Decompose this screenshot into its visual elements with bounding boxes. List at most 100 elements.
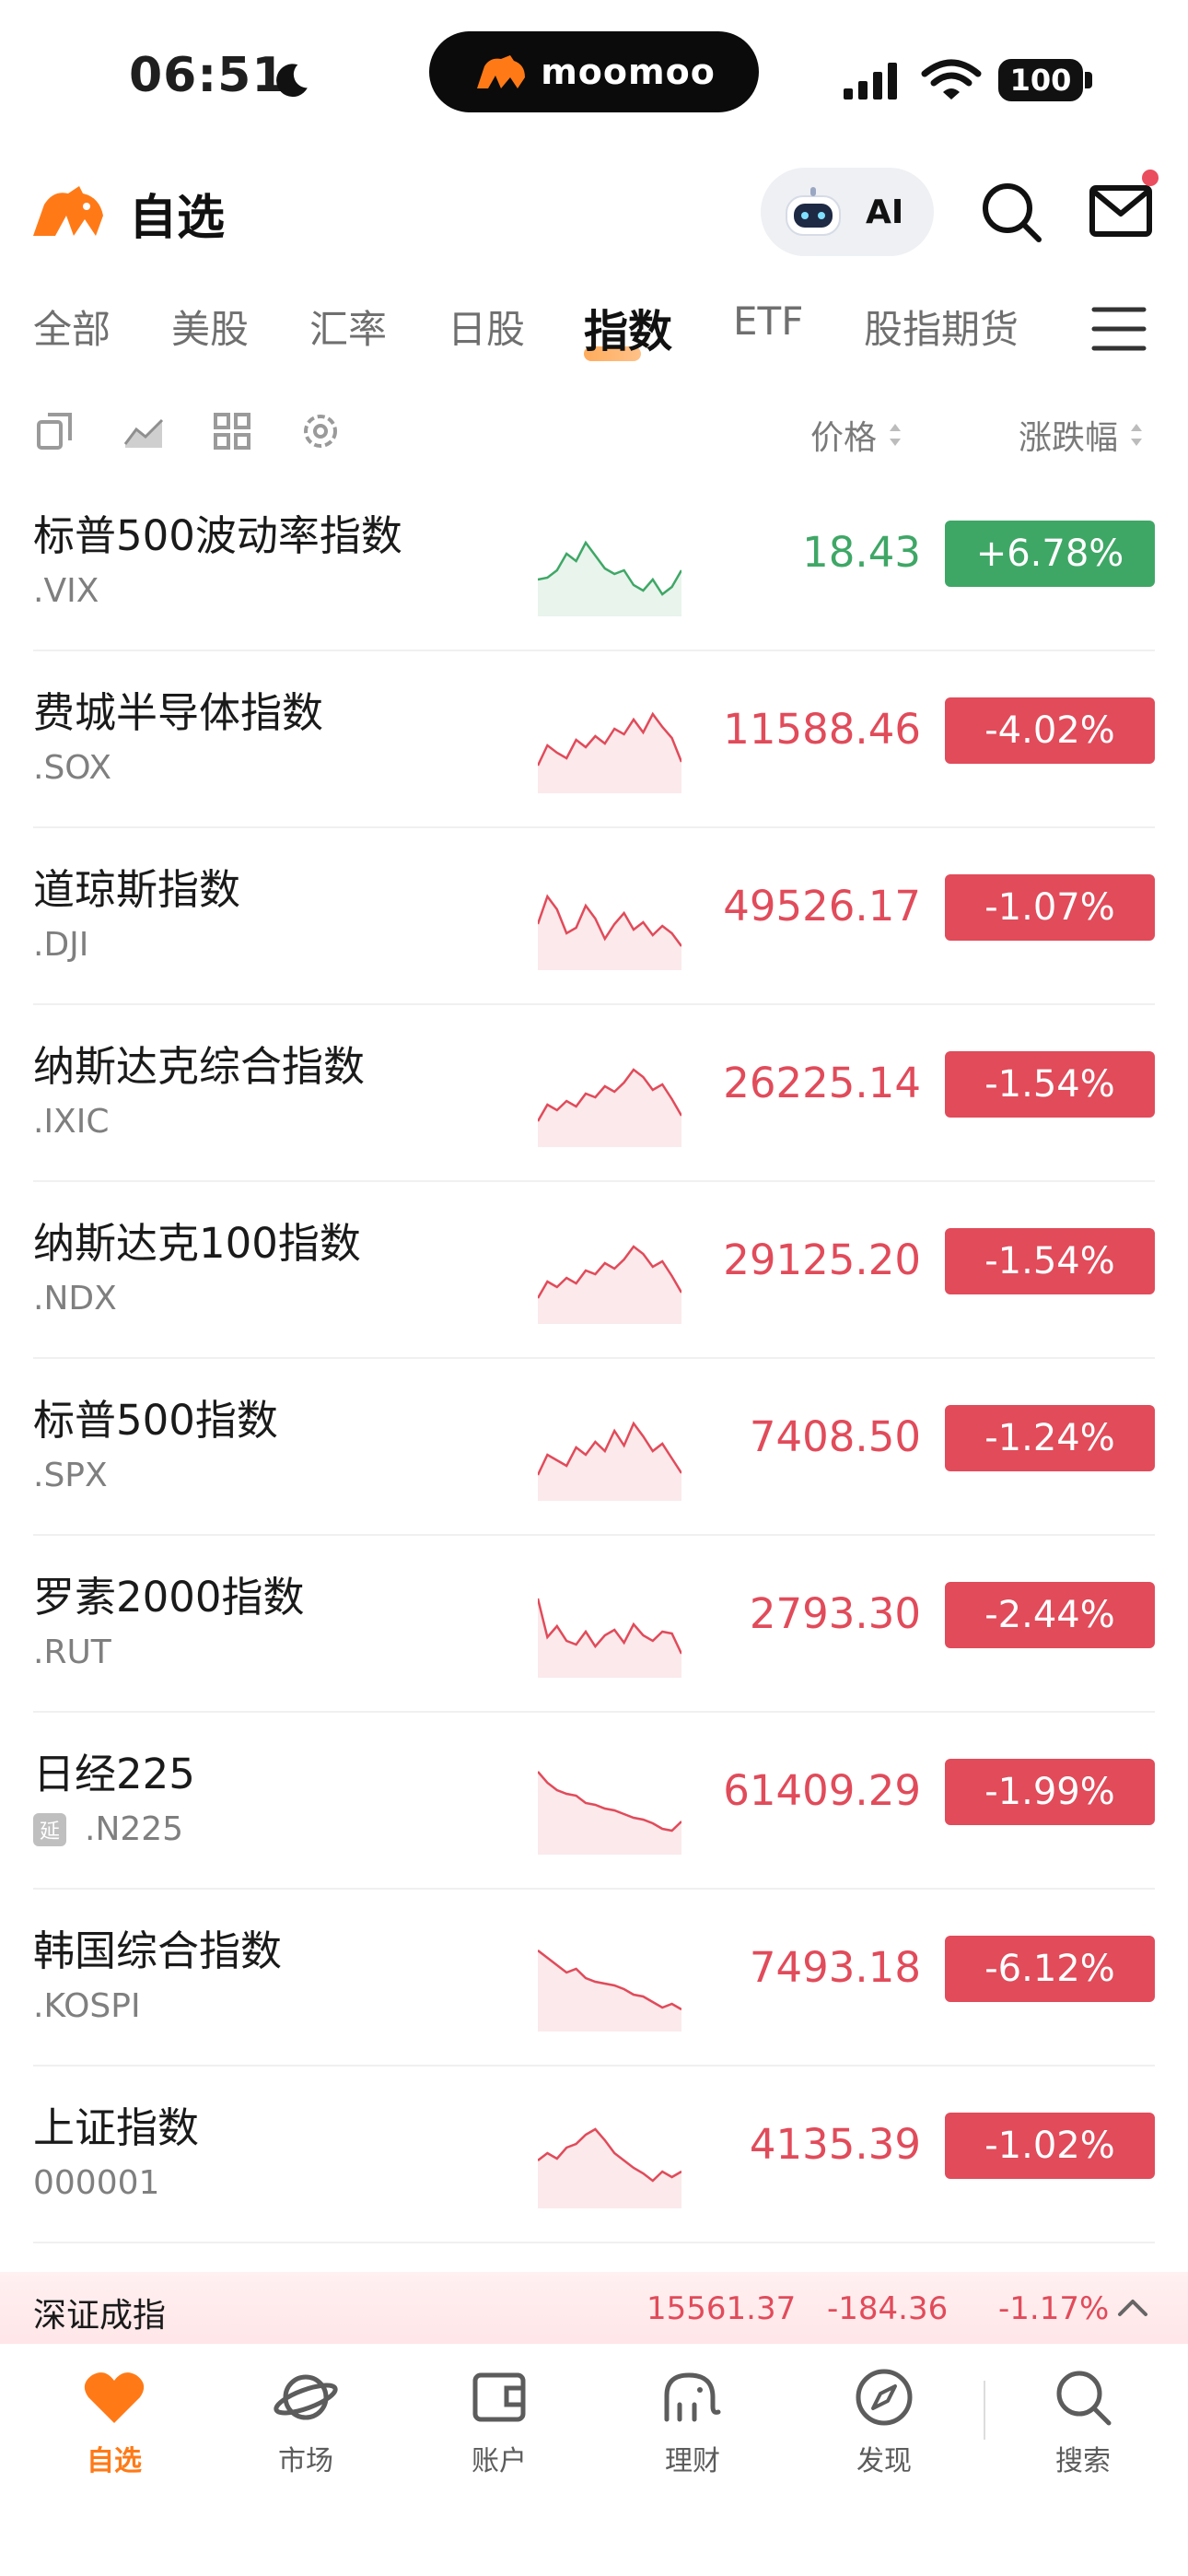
list-item[interactable]: 标普500波动率指数 .VIX 18.43 +6.78% [0,474,1188,651]
mail-icon[interactable] [1087,179,1157,243]
tab-japan-stocks[interactable]: 日股 [448,299,525,355]
change-badge[interactable]: -1.54% [945,1228,1155,1294]
index-price: 26225.14 [723,1059,921,1107]
index-code-text: .VIX [33,572,99,610]
planet-icon [274,2374,338,2420]
index-code: .KOSPI [33,1987,141,2025]
tab-indices[interactable]: 指数 [584,295,672,359]
price-column-header: 价格 [810,419,878,457]
battery-cap [1085,72,1092,88]
list-item[interactable]: 纳斯达克100指数 .NDX 29125.20 -1.54% [0,1182,1188,1359]
sort-by-change[interactable]: 涨跌幅 [1019,411,1146,459]
sparkline-chart [538,540,681,616]
page-title: 自选 [129,191,226,246]
index-name: 标普500指数 [33,1396,278,1445]
list-toolbar: 价格 涨跌幅 [0,396,1188,470]
sort-by-price[interactable]: 价格 [810,411,904,459]
index-code-text: .SOX [33,749,111,787]
index-code-text: 000001 [33,2164,160,2202]
change-badge[interactable]: -1.07% [945,874,1155,941]
index-code-text: .RUT [33,1633,111,1671]
index-price: 18.43 [802,528,921,577]
compass-icon [856,2369,913,2426]
nav-divider [984,2381,985,2440]
tab-all[interactable]: 全部 [33,299,111,355]
category-tabs: 全部 美股 汇率 日股 指数 ETF 股指期货 [0,287,1188,380]
index-code: .SOX [33,749,111,787]
index-code: 000001 [33,2164,159,2202]
nav-label: 自选 [87,2445,142,2477]
index-price: 11588.46 [723,705,921,754]
list-item[interactable]: 日经225 延 .N225 61409.29 -1.99% [0,1713,1188,1890]
change-badge[interactable]: -1.99% [945,1759,1155,1825]
status-bar: 06:51 moomoo 100 [0,0,1188,157]
ticker-change: -184.36 [827,2290,949,2327]
list-item[interactable]: 罗素2000指数 .RUT 2793.30 -2.44% [0,1536,1188,1713]
list-item[interactable]: 纳斯达克综合指数 .IXIC 26225.14 -1.54% [0,1005,1188,1182]
index-name: 韩国综合指数 [33,1926,283,1975]
change-badge[interactable]: -1.24% [945,1405,1155,1471]
change-badge[interactable]: -4.02% [945,697,1155,764]
sparkline-chart [538,1771,681,1855]
index-code: .VIX [33,572,99,610]
list-item[interactable]: 标普500指数 .SPX 7408.50 -1.24% [0,1359,1188,1536]
index-price: 29125.20 [723,1235,921,1284]
tab-index-futures[interactable]: 股指期货 [864,299,1019,355]
list-item[interactable]: 韩国综合指数 .KOSPI 7493.18 -6.12% [0,1890,1188,2067]
index-price: 49526.17 [723,882,921,931]
moomoo-logo-icon [477,55,526,88]
index-code-text: .SPX [33,1457,108,1494]
ai-assistant-button[interactable]: AI [761,168,934,256]
index-price: 7408.50 [749,1412,921,1461]
chevron-up-icon[interactable] [1114,2294,1151,2322]
tab-us-stocks[interactable]: 美股 [171,299,249,355]
market-ticker-bar[interactable]: 深证成指 15561.37 -184.36 -1.17% [0,2272,1188,2344]
search-icon[interactable] [976,177,1046,247]
nav-search[interactable]: 搜索 [1019,2364,1147,2478]
change-badge[interactable]: -1.02% [945,2113,1155,2179]
sparkline-chart [538,1245,681,1324]
index-name: 罗素2000指数 [33,1573,305,1622]
nav-account[interactable]: 账户 [435,2364,564,2478]
tab-forex[interactable]: 汇率 [309,299,387,355]
grid-view-icon[interactable] [210,409,254,453]
index-code: 延 .N225 [33,1810,183,1848]
index-name: 纳斯达克综合指数 [33,1042,366,1091]
nav-wealth[interactable]: 理财 [628,2364,757,2478]
nav-watchlist[interactable]: 自选 [50,2364,179,2478]
list-item[interactable]: 道琼斯指数 .DJI 49526.17 -1.07% [0,828,1188,1005]
app-header: 自选 AI [0,157,1188,267]
nav-label: 搜索 [1055,2445,1111,2477]
index-name: 日经225 [33,1750,195,1798]
index-price: 7493.18 [749,1943,921,1992]
hamburger-menu-icon[interactable] [1090,302,1147,356]
copy-icon[interactable] [33,409,77,453]
index-name: 费城半导体指数 [33,688,324,737]
bottom-navigation: 自选 市场 账户 理财 发现 搜索 [0,2344,1188,2576]
battery-indicator: 100 [998,59,1083,101]
nav-market[interactable]: 市场 [241,2364,370,2478]
notification-dot [1142,170,1159,186]
elephant-icon [664,2372,721,2422]
nav-discover[interactable]: 发现 [820,2364,949,2478]
chart-view-icon[interactable] [122,409,166,453]
sparkline-chart [538,1598,681,1678]
change-badge[interactable]: -1.54% [945,1051,1155,1118]
index-name: 纳斯达克100指数 [33,1219,361,1268]
change-badge[interactable]: -6.12% [945,1936,1155,2002]
tab-etf[interactable]: ETF [733,299,803,344]
index-code-text: .NDX [33,1280,117,1317]
list-item[interactable]: 费城半导体指数 .SOX 11588.46 -4.02% [0,651,1188,828]
index-name: 标普500波动率指数 [33,511,402,560]
change-badge[interactable]: -2.44% [945,1582,1155,1648]
dynamic-island: moomoo [429,31,759,112]
list-item[interactable]: 上证指数 000001 4135.39 -1.02% [0,2067,1188,2243]
island-brand: moomoo [541,52,716,92]
settings-gear-icon[interactable] [298,409,343,453]
delayed-quote-badge: 延 [33,1812,66,1846]
index-name: 上证指数 [33,2103,200,2152]
moomoo-bull-logo-icon[interactable] [31,182,107,240]
change-badge[interactable]: +6.78% [945,521,1155,587]
wallet-icon [472,2372,526,2422]
index-price: 4135.39 [749,2120,921,2169]
